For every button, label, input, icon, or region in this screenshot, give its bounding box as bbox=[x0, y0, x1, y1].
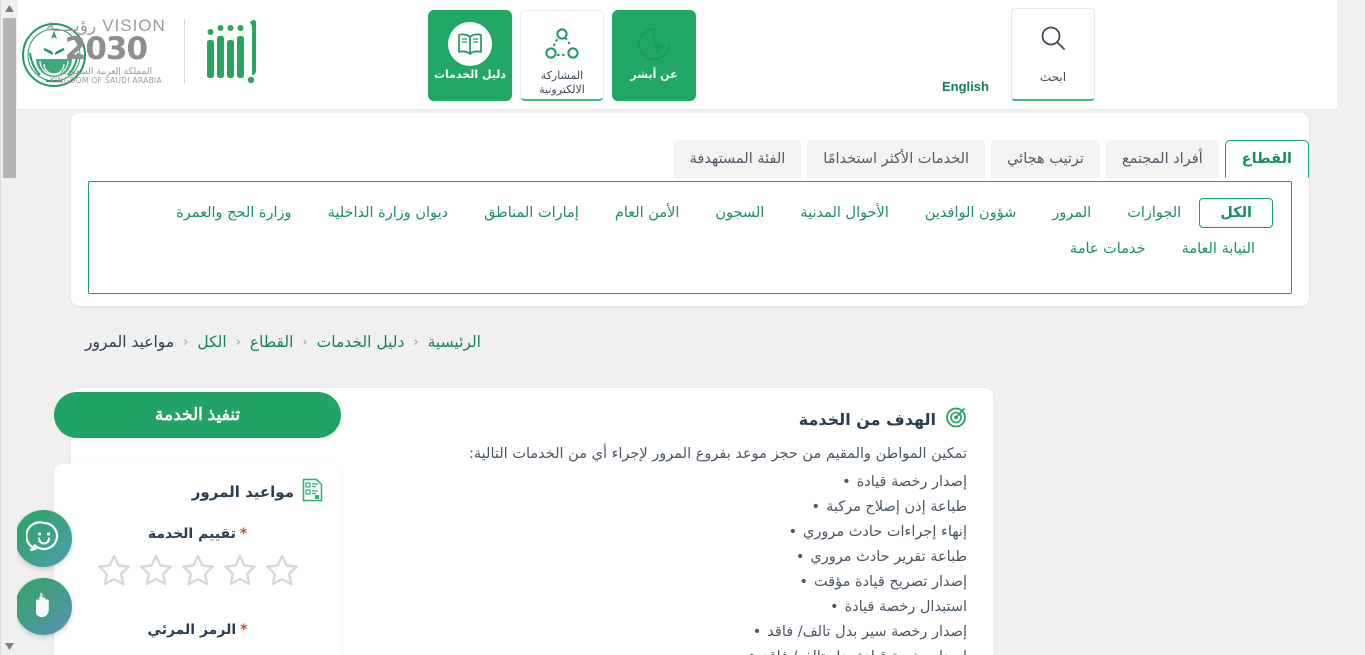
cursor-circle-icon bbox=[634, 22, 674, 66]
tab-alphabetical[interactable]: ترتيب هجائي bbox=[991, 140, 1100, 178]
page-root: ابحث English عن أبشر المشاركة الالكتروني… bbox=[0, 0, 1365, 655]
scroll-up-arrow-icon[interactable] bbox=[1, 0, 18, 17]
breadcrumb-item-all[interactable]: الكل bbox=[197, 333, 226, 351]
sector-chip-general-services[interactable]: خدمات عامة bbox=[1052, 234, 1164, 264]
search-button[interactable]: ابحث bbox=[1011, 8, 1095, 101]
star-icon[interactable] bbox=[138, 552, 174, 592]
sector-chip-all[interactable]: الكل bbox=[1199, 198, 1273, 228]
breadcrumb-separator: ‹ bbox=[302, 334, 308, 350]
star-icon[interactable] bbox=[264, 552, 300, 592]
sign-language-button[interactable] bbox=[15, 578, 72, 635]
sector-chip-traffic[interactable]: المرور bbox=[1034, 198, 1109, 228]
sector-chip-container: الكل الجوازات المرور شؤون الوافدين الأحو… bbox=[88, 181, 1292, 294]
sector-chip-civil-affairs[interactable]: الأحوال المدنية bbox=[782, 198, 907, 228]
document-qr-icon bbox=[302, 478, 323, 506]
share-network-icon bbox=[541, 23, 583, 67]
sector-chip-public-prosecution[interactable]: النيابة العامة bbox=[1164, 234, 1273, 264]
absher-logo[interactable] bbox=[203, 14, 263, 88]
star-icon[interactable] bbox=[222, 552, 258, 592]
nav-card-services-guide[interactable]: دليل الخدمات bbox=[428, 10, 512, 101]
breadcrumb-item-sector[interactable]: القطاع bbox=[250, 333, 294, 351]
rating-stars[interactable] bbox=[72, 552, 323, 592]
nav-card-label: عن أبشر bbox=[630, 68, 678, 81]
service-info-card: مواعيد المرور *تقييم الخدمة *الرمز المرئ bbox=[54, 464, 341, 655]
nav-card-label: المشاركة الالكترونية bbox=[539, 69, 585, 96]
vision-2030-logo[interactable]: VISION رؤيــــة 2030 المملكة العربية الس… bbox=[46, 17, 166, 85]
sector-chip-row: الكل الجوازات المرور شؤون الوافدين الأحو… bbox=[107, 195, 1273, 267]
search-label: ابحث bbox=[1039, 70, 1067, 84]
header-logos: VISION رؤيــــة 2030 المملكة العربية الس… bbox=[46, 14, 263, 88]
service-title-row: مواعيد المرور bbox=[72, 478, 323, 506]
search-icon bbox=[1039, 24, 1067, 56]
service-title: مواعيد المرور bbox=[191, 483, 294, 501]
rating-label: *تقييم الخدمة bbox=[147, 526, 248, 542]
vertical-scrollbar[interactable] bbox=[0, 0, 18, 655]
book-icon bbox=[448, 22, 492, 66]
header-nav-cards: عن أبشر المشاركة الالكترونية دليل الخدما… bbox=[428, 10, 696, 101]
breadcrumb-separator: ‹ bbox=[413, 334, 419, 350]
breadcrumb-item-services-guide[interactable]: دليل الخدمات bbox=[317, 333, 405, 351]
filter-tabs: القطاع أفراد المجتمع ترتيب هجائي الخدمات… bbox=[668, 140, 1309, 178]
target-icon bbox=[945, 406, 967, 432]
vision-year: 2030 bbox=[64, 31, 148, 68]
service-goal-intro: تمكين المواطن والمقيم من حجز موعد بفروع … bbox=[469, 446, 967, 462]
required-mark: * bbox=[240, 622, 248, 638]
tab-community-members[interactable]: أفراد المجتمع bbox=[1105, 140, 1219, 178]
sector-chip-moi-diwan[interactable]: ديوان وزارة الداخلية bbox=[310, 198, 467, 228]
sector-chip-prisons[interactable]: السجون bbox=[697, 198, 782, 228]
breadcrumb-item-home[interactable]: الرئيسية bbox=[428, 333, 481, 351]
breadcrumb-separator: ‹ bbox=[235, 334, 241, 350]
tab-sector[interactable]: القطاع bbox=[1224, 140, 1309, 178]
captcha-label: *الرمز المرئي bbox=[147, 622, 248, 638]
site-header: ابحث English عن أبشر المشاركة الالكتروني… bbox=[0, 0, 1337, 110]
breadcrumb-item-current: مواعيد المرور bbox=[85, 333, 175, 351]
service-filter-panel: القطاع أفراد المجتمع ترتيب هجائي الخدمات… bbox=[71, 113, 1309, 306]
nav-card-about-absher[interactable]: عن أبشر bbox=[612, 10, 696, 101]
language-toggle-english[interactable]: English bbox=[942, 79, 989, 94]
required-mark: * bbox=[239, 526, 248, 542]
sector-chip-public-security[interactable]: الأمن العام bbox=[597, 198, 698, 228]
execute-service-button[interactable]: تنفيذ الخدمة bbox=[54, 392, 341, 438]
service-goal-title: الهدف من الخدمة bbox=[798, 409, 936, 429]
chatbot-smiley-icon bbox=[24, 519, 62, 559]
tab-target-group[interactable]: الفئة المستهدفة bbox=[673, 140, 802, 178]
nav-card-label: دليل الخدمات bbox=[433, 68, 507, 81]
sector-chip-hajj-umrah-ministry[interactable]: وزارة الحج والعمرة bbox=[158, 198, 309, 228]
sector-chip-expat-affairs[interactable]: شؤون الوافدين bbox=[907, 198, 1034, 228]
chatbot-button[interactable] bbox=[15, 510, 72, 567]
nav-card-eparticipation[interactable]: المشاركة الالكترونية bbox=[520, 10, 604, 101]
sector-chip-regional-emirates[interactable]: إمارات المناطق bbox=[466, 198, 597, 228]
sector-chip-passports[interactable]: الجوازات bbox=[1109, 198, 1199, 228]
breadcrumb: مواعيد المرور ‹ الكل ‹ القطاع ‹ دليل الخ… bbox=[71, 333, 1309, 351]
breadcrumb-separator: ‹ bbox=[183, 334, 189, 350]
star-icon[interactable] bbox=[180, 552, 216, 592]
tab-most-used-services[interactable]: الخدمات الأكثر استخدامًا bbox=[807, 140, 986, 178]
vision-kingdom-en: KINGDOM OF SAUDI ARABIA bbox=[49, 76, 162, 86]
sign-language-hands-icon bbox=[27, 588, 61, 626]
scrollbar-thumb[interactable] bbox=[3, 18, 16, 178]
scroll-down-arrow-icon[interactable] bbox=[1, 638, 18, 655]
logo-divider bbox=[183, 19, 185, 83]
star-icon[interactable] bbox=[96, 552, 132, 592]
